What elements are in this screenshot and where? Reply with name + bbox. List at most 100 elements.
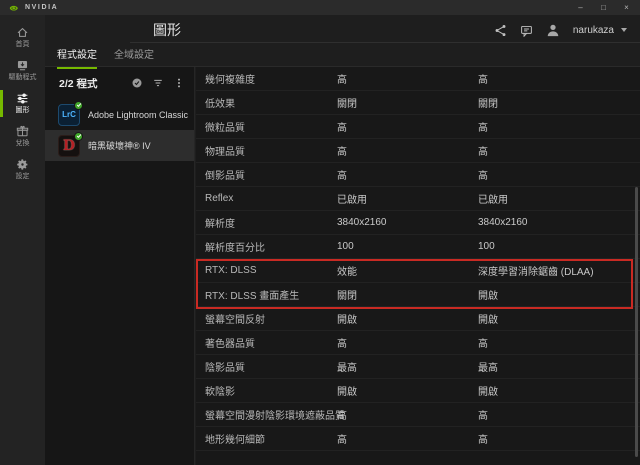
settings-row[interactable]: 陰影品質 最高 最高	[196, 355, 640, 379]
page-title: 圖形	[153, 20, 181, 40]
sidebar-item-graphics[interactable]: 圖形	[0, 88, 45, 119]
setting-label: Reflex	[205, 193, 337, 204]
sidebar-item-label: 驅動程式	[9, 74, 37, 82]
settings-row[interactable]: 倒影品質 高 高	[196, 163, 640, 187]
setting-optimized-value: 高	[478, 167, 640, 182]
settings-row[interactable]: 解析度百分比 100 100	[196, 235, 640, 259]
username[interactable]: narukaza	[573, 25, 614, 36]
close-button[interactable]: ×	[622, 3, 631, 12]
setting-current-value: 關閉	[337, 287, 478, 302]
program-item-lightroom[interactable]: LrC Adobe Lightroom Classic	[45, 99, 194, 130]
setting-current-value: 3840x2160	[337, 217, 478, 228]
header-actions: narukaza	[494, 23, 627, 37]
nvidia-logo-icon	[9, 3, 19, 13]
setting-label: RTX: DLSS 畫面產生	[205, 287, 337, 302]
setting-optimized-value: 開啟	[478, 311, 640, 326]
sidebar-item-redeem[interactable]: 兌換	[0, 121, 45, 152]
setting-optimized-value: 開啟	[478, 383, 640, 398]
kebab-menu-icon[interactable]	[173, 77, 185, 89]
setting-optimized-value: 3840x2160	[478, 217, 640, 228]
sidebar-item-label: 首頁	[16, 41, 30, 49]
setting-current-value: 高	[337, 407, 478, 422]
setting-optimized-value: 高	[478, 119, 640, 134]
settings-row[interactable]: 低效果 關閉 關閉	[196, 91, 640, 115]
settings-rows: 幾何複雜度 高 高 低效果 關閉 關閉 微粒品質 高 高 物理品質 高 高 倒影…	[196, 67, 640, 451]
setting-optimized-value: 開啟	[478, 287, 640, 302]
filter-icon[interactable]	[152, 77, 164, 89]
nav-rail: 首頁 驅動程式 圖形 兌換	[0, 15, 45, 465]
setting-current-value: 效能	[337, 263, 478, 278]
settings-table: 幾何複雜度 高 高 低效果 關閉 關閉 微粒品質 高 高 物理品質 高 高 倒影…	[196, 67, 640, 465]
diablo4-app-icon: D	[58, 135, 80, 157]
check-circle-filter-icon[interactable]	[131, 77, 143, 89]
settings-row[interactable]: 著色器品質 高 高	[196, 331, 640, 355]
tab-global-settings[interactable]: 全域設定	[114, 46, 154, 69]
setting-label: 軟陰影	[205, 383, 337, 398]
setting-optimized-value: 高	[478, 407, 640, 422]
settings-row[interactable]: 軟陰影 開啟 開啟	[196, 379, 640, 403]
redeem-icon	[16, 125, 29, 138]
setting-label: 螢幕空間反射	[205, 311, 337, 326]
vertical-scrollbar-thumb[interactable]	[635, 187, 638, 457]
setting-optimized-value: 已啟用	[478, 191, 640, 206]
sidebar-item-label: 圖形	[16, 107, 30, 115]
setting-label: 陰影品質	[205, 359, 337, 374]
settings-row[interactable]: 螢幕空間漫射陰影環境遮蔽品質 高 高	[196, 403, 640, 427]
setting-label: 低效果	[205, 95, 337, 110]
graphics-icon	[16, 92, 29, 105]
program-item-diablo4[interactable]: D 暗黑破壞神® IV	[45, 130, 194, 161]
settings-row[interactable]: Reflex 已啟用 已啟用	[196, 187, 640, 211]
share-icon[interactable]	[494, 24, 507, 37]
setting-label: 地形幾何細節	[205, 431, 337, 446]
feedback-icon[interactable]	[520, 24, 533, 37]
setting-optimized-value: 最高	[478, 359, 640, 374]
setting-current-value: 高	[337, 431, 478, 446]
home-icon	[16, 26, 29, 39]
setting-label: 物理品質	[205, 143, 337, 158]
titlebar-branding: NVIDIA	[9, 3, 58, 13]
program-panel-header: 2/2 程式	[45, 67, 194, 99]
settings-row[interactable]: 幾何複雜度 高 高	[196, 67, 640, 91]
settings-row[interactable]: 螢幕空間反射 開啟 開啟	[196, 307, 640, 331]
setting-current-value: 高	[337, 71, 478, 86]
setting-current-value: 100	[337, 241, 478, 252]
settings-row[interactable]: 地形幾何細節 高 高	[196, 427, 640, 451]
sidebar-item-home[interactable]: 首頁	[0, 22, 45, 53]
setting-current-value: 開啟	[337, 311, 478, 326]
setting-optimized-value: 高	[478, 71, 640, 86]
titlebar: NVIDIA – □ ×	[0, 0, 640, 15]
settings-row[interactable]: 微粒品質 高 高	[196, 115, 640, 139]
sidebar-item-label: 兌換	[16, 140, 30, 148]
settings-row[interactable]: 物理品質 高 高	[196, 139, 640, 163]
setting-optimized-value: 100	[478, 241, 640, 252]
diablo4-icon-text: D	[63, 138, 75, 154]
sidebar-item-drivers[interactable]: 驅動程式	[0, 55, 45, 86]
setting-current-value: 最高	[337, 359, 478, 374]
settings-row[interactable]: RTX: DLSS 效能 深度學習消除鋸齒 (DLAA)	[196, 259, 640, 283]
nvidia-app-window: NVIDIA – □ × 首頁 驅動程式	[0, 0, 640, 465]
setting-current-value: 高	[337, 167, 478, 182]
avatar[interactable]	[546, 23, 560, 37]
window-controls: – □ ×	[576, 3, 631, 12]
setting-current-value: 高	[337, 143, 478, 158]
chevron-down-icon[interactable]	[621, 28, 627, 32]
settings-row[interactable]: RTX: DLSS 畫面產生 關閉 開啟	[196, 283, 640, 307]
header-divider	[130, 42, 640, 43]
setting-current-value: 高	[337, 335, 478, 350]
program-count: 2/2 程式	[59, 76, 98, 91]
minimize-button[interactable]: –	[576, 3, 585, 12]
program-name: Adobe Lightroom Classic	[88, 110, 188, 120]
titlebar-app-name: NVIDIA	[25, 4, 58, 11]
setting-optimized-value: 高	[478, 431, 640, 446]
setting-optimized-value: 高	[478, 335, 640, 350]
optimized-check-badge	[74, 132, 83, 141]
sidebar-item-label: 設定	[16, 173, 30, 181]
program-panel-tools	[131, 77, 185, 89]
sidebar-item-settings[interactable]: 設定	[0, 154, 45, 185]
setting-current-value: 高	[337, 119, 478, 134]
setting-label: 解析度百分比	[205, 239, 337, 254]
maximize-button[interactable]: □	[599, 3, 608, 12]
settings-row[interactable]: 解析度 3840x2160 3840x2160	[196, 211, 640, 235]
tab-program-settings[interactable]: 程式設定	[57, 46, 97, 69]
setting-label: 螢幕空間漫射陰影環境遮蔽品質	[205, 407, 337, 422]
